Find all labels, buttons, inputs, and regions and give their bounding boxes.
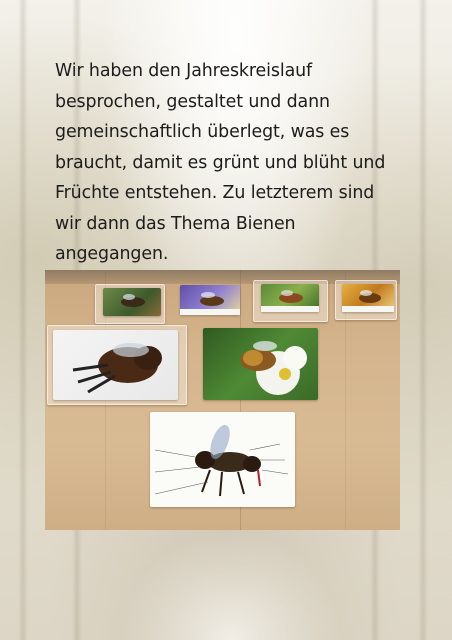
card-caption [261,306,319,312]
bee-card [180,285,240,315]
bee-on-flower-icon [240,341,307,395]
bee-anatomy-icon [154,424,289,497]
text-line: angegangen. [55,244,169,264]
card-caption [180,309,240,315]
bee-card [103,288,161,316]
bee-card [342,284,394,312]
text-line: Wir haben den Jahreskreislauf [55,61,313,81]
bee-icon [121,294,145,307]
bee-flower-card [203,328,318,400]
tree-trunk [418,0,428,640]
text-line: besprochen, gestaltet und dann [55,91,330,112]
bee-closeup-icon [72,343,162,394]
bee-cards-photo [45,270,400,530]
text-line: Früchte entstehen. Zu letzterem sind [55,183,375,203]
text-line: wir dann das Thema Bienen [55,213,296,234]
bee-card [261,284,319,312]
card-caption [342,306,394,312]
text-line: braucht, damit es grünt und blüht und [55,152,386,173]
forest-path [120,530,342,640]
text-line: gemeinschaftlich überlegt, was es [55,122,350,142]
body-text: Wir haben den Jahreskreislauf besprochen… [55,56,405,270]
tree-trunk [18,0,28,640]
bee-anatomy-card [150,412,295,507]
bee-card-large [53,330,178,400]
